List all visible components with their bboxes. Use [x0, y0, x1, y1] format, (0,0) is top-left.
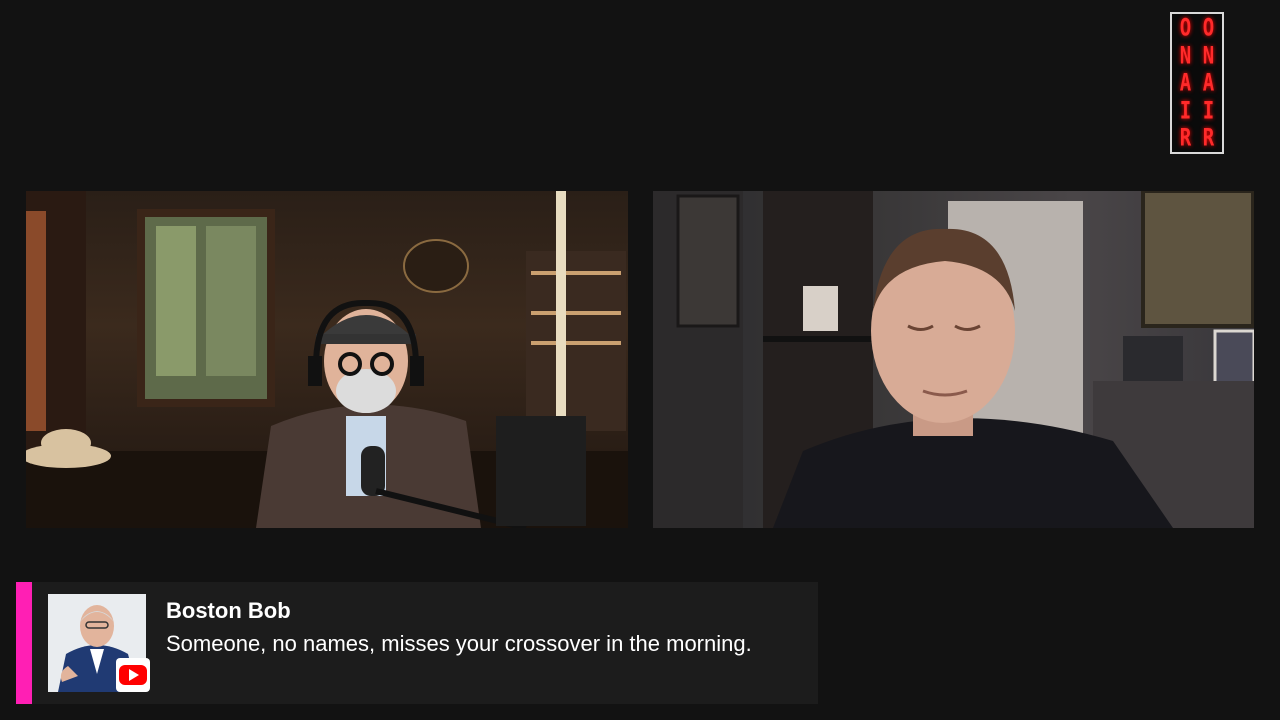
- on-air-letter: O: [1179, 14, 1192, 42]
- on-air-column-right: O N A I R: [1198, 14, 1220, 152]
- on-air-letter: A: [1202, 69, 1215, 97]
- youtube-icon: [116, 658, 150, 692]
- host-video-tile: [26, 191, 628, 528]
- on-air-letter: N: [1202, 41, 1215, 70]
- on-air-letter: N: [1179, 41, 1192, 70]
- play-icon: [129, 669, 139, 681]
- on-air-letter: R: [1179, 124, 1192, 152]
- youtube-logo-rect: [119, 665, 147, 685]
- on-air-letter: O: [1202, 14, 1215, 42]
- comment-text: Someone, no names, misses your crossover…: [166, 631, 752, 656]
- on-air-letter: R: [1202, 124, 1215, 152]
- guest-video-feed: [653, 191, 1254, 528]
- comment-author: Boston Bob: [166, 598, 291, 623]
- on-air-letter: I: [1179, 96, 1192, 125]
- guest-video-tile: [653, 191, 1254, 528]
- comment-banner: Boston Bob Someone, no names, misses you…: [16, 582, 818, 704]
- stream-stage: O N A I R O N A I R Boston Bob Someone, …: [0, 0, 1280, 720]
- on-air-letter: I: [1202, 96, 1215, 125]
- on-air-letter: A: [1179, 69, 1192, 97]
- host-video-feed: [26, 191, 628, 528]
- on-air-column-left: O N A I R: [1175, 14, 1197, 152]
- comment-accent-bar: [16, 582, 32, 704]
- on-air-sign: O N A I R O N A I R: [1170, 12, 1224, 154]
